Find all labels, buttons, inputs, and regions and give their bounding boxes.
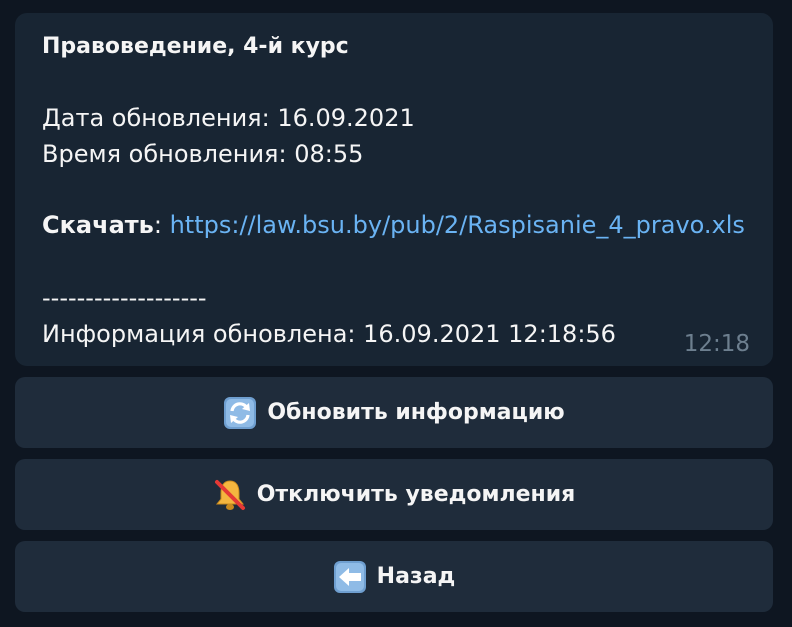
back-button[interactable]: Назад [15,541,773,612]
update-time: Время обновления: 08:55 [42,140,364,168]
download-colon: : [153,211,162,239]
refresh-info-label: Обновить информацию [267,400,565,425]
message-bubble: Правоведение, 4-й курс Дата обновления: … [15,13,773,366]
bell-off-icon [214,479,245,510]
info-updated: Информация обновлена: 16.09.2021 12:18:5… [42,320,616,348]
download-label: Скачать [42,211,154,239]
disable-notifications-label: Отключить уведомления [256,482,576,507]
message-timestamp: 12:18 [683,331,750,357]
update-date: Дата обновления: 16.09.2021 [42,104,415,132]
download-link[interactable]: https://law.bsu.by/pub/2/Raspisanie_4_pr… [170,211,745,239]
separator-line: ------------------- [42,284,207,312]
disable-notifications-button[interactable]: Отключить уведомления [15,459,773,530]
back-label: Назад [376,564,456,589]
refresh-arrows-icon [224,396,257,429]
left-arrow-icon [333,560,366,593]
refresh-info-button[interactable]: Обновить информацию [15,377,773,448]
message-title: Правоведение, 4-й курс [42,34,349,59]
download-line: Скачать: https://law.bsu.by/pub/2/Raspis… [42,210,745,240]
